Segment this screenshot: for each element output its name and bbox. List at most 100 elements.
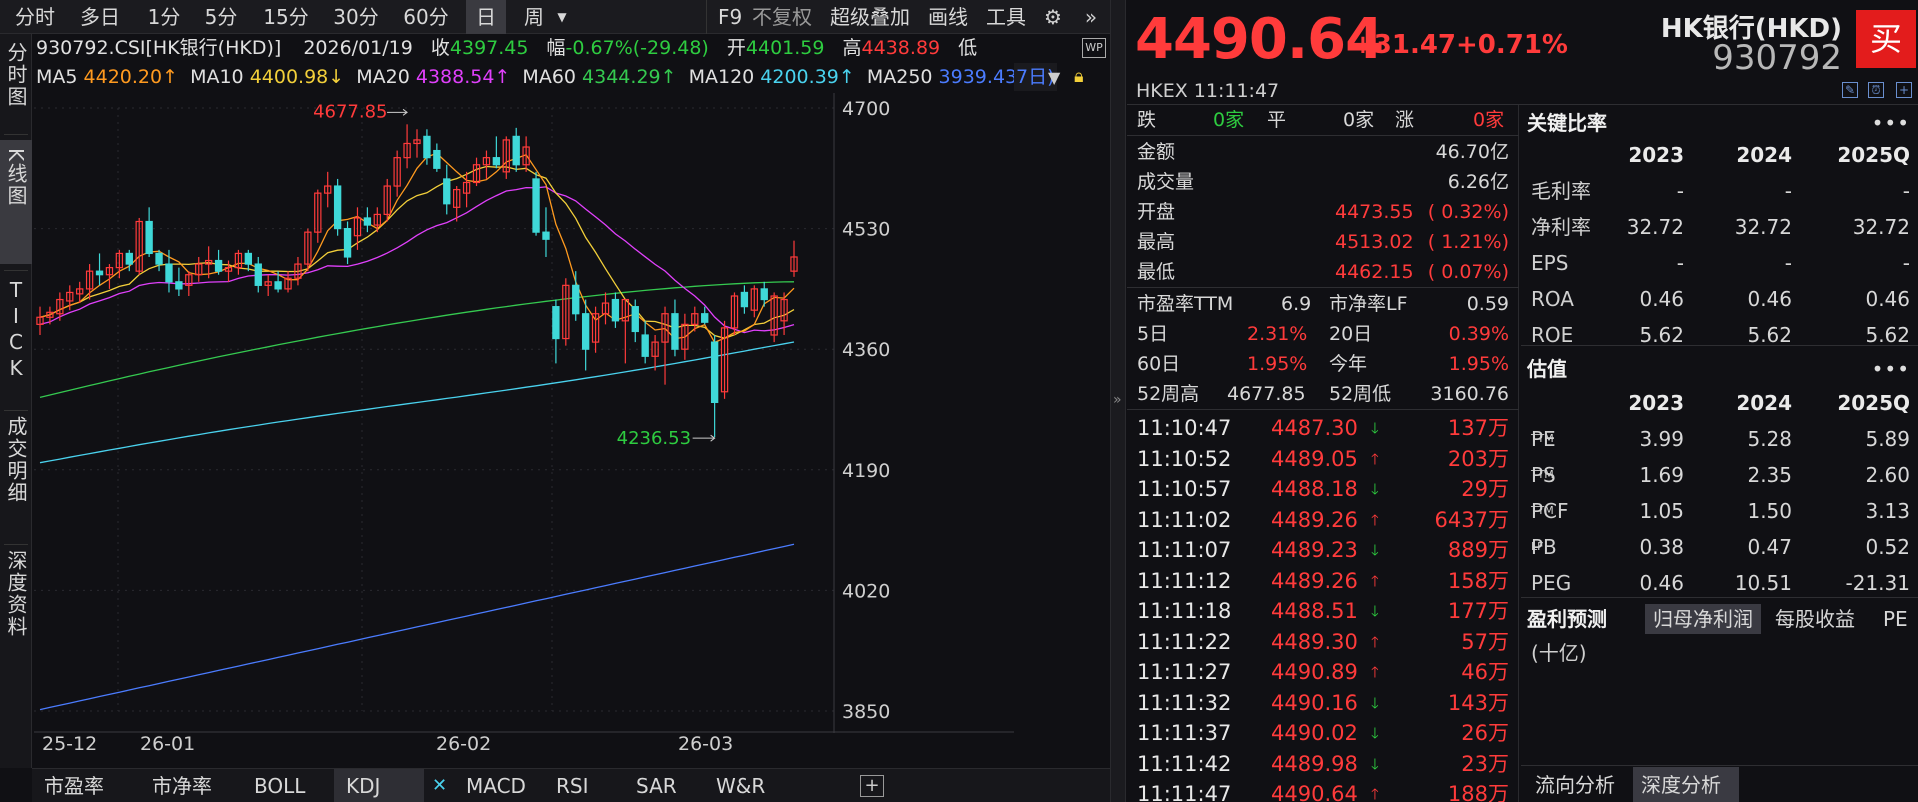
side-tab-depth[interactable]: 深度资料 bbox=[0, 550, 32, 645]
more-icon[interactable]: ••• bbox=[1872, 351, 1910, 387]
gear-icon[interactable]: ⚙ bbox=[1042, 6, 1064, 28]
forecast-tab[interactable]: PE bbox=[1883, 604, 1908, 634]
metric-value: 0.46 bbox=[1865, 287, 1910, 311]
period-tab[interactable]: 多日 bbox=[70, 0, 130, 34]
flat-count: 0家 bbox=[1343, 109, 1375, 131]
footer-tab[interactable]: 流向分析 bbox=[1527, 767, 1627, 802]
collapse-icon[interactable]: » bbox=[1113, 392, 1122, 408]
tick-row: 11:11:32 4490.16 🡓 143万 bbox=[1127, 688, 1519, 718]
candle-body bbox=[512, 135, 520, 166]
metric-value: 32.72 bbox=[1626, 215, 1684, 239]
add-indicator-icon[interactable]: + bbox=[860, 775, 884, 797]
pe-value: 6.9 bbox=[1281, 293, 1312, 315]
candle-body bbox=[542, 231, 550, 240]
y-tick-label: 4530 bbox=[842, 219, 890, 241]
side-tab-label: 深度资料 bbox=[4, 550, 28, 638]
lock-icon[interactable]: 🔒︎ bbox=[1074, 66, 1084, 87]
tick-volume: 177万 bbox=[1447, 599, 1509, 623]
more-icon[interactable]: ••• bbox=[1872, 105, 1910, 141]
indicator-tab[interactable]: 市盈率 bbox=[32, 769, 140, 802]
side-tab-timeshare[interactable]: 分时图 bbox=[0, 42, 32, 115]
panel-divider[interactable]: » bbox=[1110, 0, 1126, 802]
period-tab[interactable]: 15分 bbox=[256, 0, 316, 34]
w52h-label: 52周高 bbox=[1137, 383, 1200, 405]
period-tab[interactable]: 60分 bbox=[396, 0, 456, 34]
f9-button[interactable]: F9 bbox=[718, 0, 742, 34]
metric-value: 0.46 bbox=[1639, 287, 1684, 311]
metric-value: 32.72 bbox=[1852, 215, 1910, 239]
close-icon[interactable]: ✕ bbox=[432, 775, 447, 796]
period-tab[interactable]: 5分 bbox=[196, 0, 246, 34]
period-tab[interactable]: 周 bbox=[514, 0, 554, 34]
add-watchlist-icon[interactable]: + bbox=[1896, 82, 1912, 98]
y-tick-label: 4360 bbox=[842, 339, 890, 361]
draw-line-button[interactable]: 画线 bbox=[928, 0, 968, 34]
restore-button[interactable]: 不复权 bbox=[752, 0, 812, 34]
candle-body bbox=[572, 284, 580, 315]
open-label: 开盘 bbox=[1137, 201, 1176, 223]
tick-row: 11:11:42 4489.98 🡓 23万 bbox=[1127, 749, 1519, 779]
forecast-tab-active[interactable]: 归母净利润 bbox=[1645, 604, 1761, 634]
indicator-tab-active[interactable]: KDJ bbox=[334, 769, 424, 802]
arrow-down-icon: 🡓 bbox=[1371, 724, 1379, 742]
tick-price: 4488.51 bbox=[1271, 599, 1358, 623]
double-chevron-right-icon[interactable]: » bbox=[1080, 6, 1102, 28]
candle-body bbox=[671, 313, 679, 350]
up-count: 0家 bbox=[1473, 109, 1505, 131]
indicator-tab[interactable]: RSI bbox=[544, 769, 624, 802]
triangle-down-icon[interactable]: ▼ bbox=[1048, 68, 1060, 87]
tools-button[interactable]: 工具 bbox=[986, 0, 1026, 34]
candle-body bbox=[760, 288, 768, 301]
w52l-value: 3160.76 bbox=[1430, 383, 1509, 405]
tick-row: 11:11:27 4490.89 🡑 46万 bbox=[1127, 657, 1519, 687]
chevron-down-icon[interactable]: ▼ bbox=[552, 0, 572, 34]
period-tab[interactable]: 30分 bbox=[326, 0, 386, 34]
quote-stats-panel: 跌 0家 平 0家 涨 0家 金额 46.70亿 成交量 6.26亿 开盘 44… bbox=[1127, 105, 1519, 802]
alert-icon[interactable]: ⏰︎ bbox=[1868, 82, 1884, 98]
side-tab-tick[interactable]: TICK bbox=[0, 278, 32, 389]
kline-chart[interactable]: 4700 4530 4360 4190 4020 3850 4677.85 4236.53 bbox=[34, 93, 1014, 733]
low-row: 最低 4462.15 ( 0.07%) bbox=[1127, 257, 1519, 287]
indicator-tab[interactable]: 市净率 bbox=[140, 769, 242, 802]
buy-button[interactable]: 买 bbox=[1856, 10, 1916, 68]
period-tab-active[interactable]: 日 bbox=[466, 0, 506, 34]
metric-row: PS TTM 1.69 2.35 2.60 bbox=[1521, 457, 1918, 493]
arrow-up-icon: 🡑 bbox=[1371, 632, 1379, 651]
arrow-down-icon: 🡓 bbox=[1371, 419, 1379, 437]
edit-icon[interactable]: ✎ bbox=[1842, 82, 1858, 98]
side-tab-kline[interactable]: K线图 bbox=[0, 140, 32, 264]
side-tab-trade-detail[interactable]: 成交明细 bbox=[0, 416, 32, 511]
up-label: 涨 bbox=[1395, 109, 1415, 131]
high-value: 4438.89 bbox=[861, 37, 941, 59]
overlay-button[interactable]: 超级叠加 bbox=[830, 0, 910, 34]
metric-value: 32.72 bbox=[1734, 215, 1792, 239]
valuation-title: 估值 bbox=[1527, 357, 1567, 381]
period-tab[interactable]: 1分 bbox=[142, 0, 186, 34]
candle-body bbox=[631, 306, 639, 333]
metric-value: - bbox=[1902, 179, 1910, 203]
period-tab[interactable]: 分时 bbox=[10, 0, 60, 34]
low-pct: ( 0.07%) bbox=[1427, 261, 1509, 283]
indicator-tab[interactable]: SAR bbox=[624, 769, 704, 802]
ma10-label: MA10 bbox=[190, 66, 244, 88]
side-tab-label: 分时图 bbox=[4, 42, 28, 108]
high-label: 高 bbox=[842, 37, 862, 59]
forecast-tab[interactable]: 每股收益 bbox=[1775, 604, 1855, 634]
metric-label: PCF TTM bbox=[1531, 499, 1569, 523]
metric-label: PS TTM bbox=[1531, 463, 1556, 487]
low-value: 4462.15 bbox=[1335, 261, 1414, 283]
ratio-year-row: 2023 2024 2025Q bbox=[1521, 137, 1918, 173]
year-label: 2023 bbox=[1628, 391, 1684, 415]
tick-price: 4488.18 bbox=[1271, 477, 1358, 501]
wp-icon[interactable]: WP bbox=[1082, 38, 1106, 58]
indicator-tab[interactable]: W&R bbox=[704, 769, 794, 802]
indicator-tab[interactable]: MACD bbox=[454, 769, 544, 802]
ma10-value: 4400.98↓ bbox=[249, 66, 345, 88]
tick-row: 11:11:07 4489.23 🡓 889万 bbox=[1127, 535, 1519, 565]
candle-body bbox=[710, 341, 719, 404]
footer-tab-active[interactable]: 深度分析 bbox=[1633, 767, 1739, 802]
ma250-line bbox=[39, 543, 795, 711]
min-price-label: 4236.53 bbox=[617, 428, 691, 449]
bar-info-line: 930792.CSI[HK银行(HKD)] 2026/01/19 收4397.4… bbox=[36, 34, 977, 62]
indicator-tab[interactable]: BOLL bbox=[242, 769, 334, 802]
